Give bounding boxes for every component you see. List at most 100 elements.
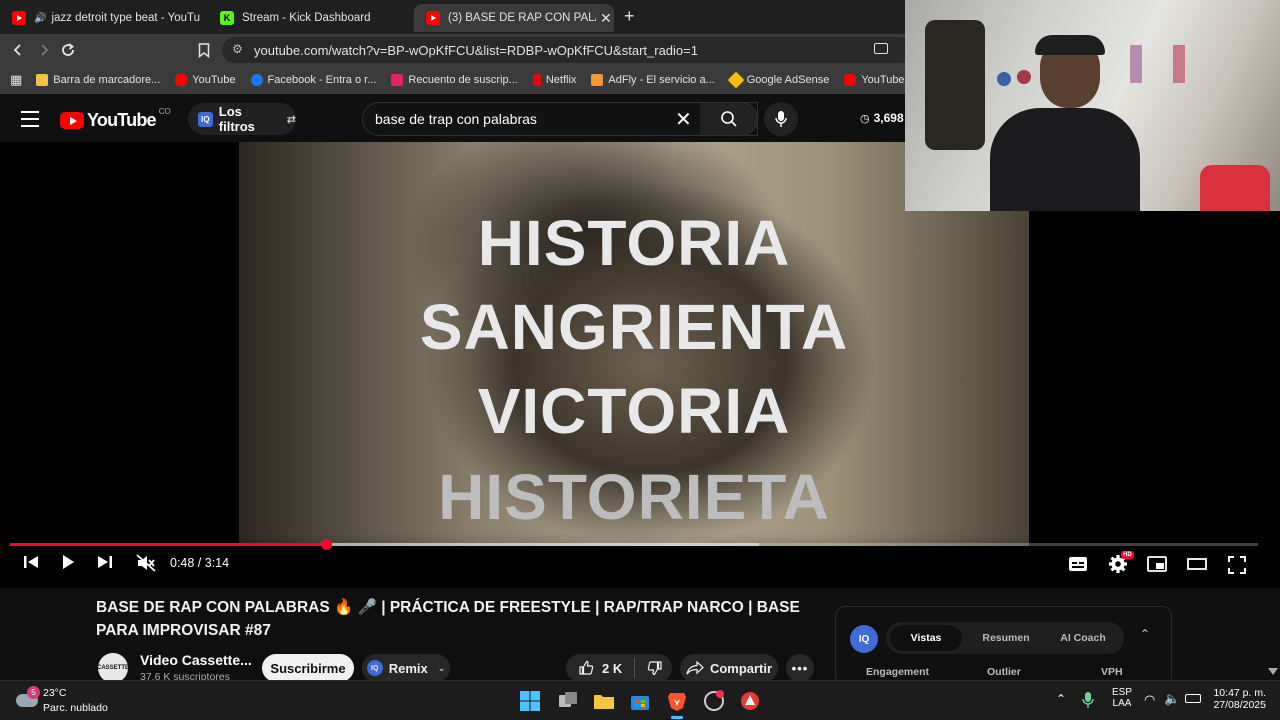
tray-expand-icon[interactable]: ⌃	[1056, 692, 1066, 706]
kick-icon: K	[220, 11, 234, 25]
search-input[interactable]: base de trap con palabras ✕	[362, 102, 758, 136]
bookmark-item[interactable]: YouTube	[175, 74, 236, 86]
tab-jazz-detroit[interactable]: 🔊 jazz detroit type beat - YouTube	[0, 4, 200, 32]
col-engagement: Engagement	[866, 666, 930, 678]
mute-button[interactable]	[136, 554, 156, 572]
collapse-chevron-icon[interactable]: ⌃	[1140, 627, 1150, 641]
bookmark-item[interactable]: Barra de marcadore...	[36, 74, 160, 86]
channel-name[interactable]: Video Cassette...	[140, 652, 252, 668]
bookmark-label: Netflix	[545, 74, 577, 86]
thumbs-down-icon	[647, 661, 662, 676]
forward-button[interactable]	[34, 40, 54, 60]
wall-cap	[997, 72, 1011, 86]
miniplayer-button[interactable]	[1147, 556, 1167, 572]
brave-icon	[668, 693, 686, 711]
search-button[interactable]	[700, 102, 758, 136]
close-tab-icon[interactable]: ✕	[600, 10, 612, 27]
next-button[interactable]	[96, 554, 114, 570]
site-info-icon[interactable]: ⚙	[232, 42, 243, 56]
brave-browser-button[interactable]	[665, 689, 689, 719]
settings-button[interactable]: HD	[1108, 551, 1134, 574]
vidiq-panel: IQ Vistas Resumen AI Coach ⌃ Engagement …	[835, 606, 1172, 686]
bookmark-icon	[198, 42, 210, 58]
bookmark-item[interactable]: Facebook - Entra o r...	[250, 74, 377, 86]
clock[interactable]: 10:47 p. m. 27/08/2025	[1206, 687, 1266, 711]
subtitles-button[interactable]	[1068, 556, 1088, 572]
battery-icon[interactable]	[1185, 694, 1201, 703]
video-word: VICTORIA	[477, 375, 791, 447]
clock-icon: ◷	[860, 112, 870, 125]
scroll-down-arrow-icon[interactable]	[1268, 668, 1278, 675]
theater-mode-button[interactable]	[1187, 558, 1207, 570]
file-explorer-button[interactable]	[592, 689, 616, 713]
bookmark-button[interactable]	[194, 40, 214, 60]
apps-grid-icon[interactable]: ▦	[10, 72, 22, 88]
channel-avatar[interactable]: CASSETTE	[97, 653, 129, 683]
reload-icon	[62, 43, 74, 56]
vidiq-tab-ai-coach[interactable]: AI Coach	[1046, 625, 1120, 651]
vidiq-tab-vistas[interactable]: Vistas	[890, 625, 962, 651]
share-label: Compartir	[709, 660, 773, 676]
video-word: SANGRIENTA	[419, 291, 849, 363]
arrow-right-icon	[41, 44, 49, 56]
back-button[interactable]	[8, 40, 28, 60]
youtube-wordmark: YouTube	[87, 110, 157, 130]
bookmark-item[interactable]: Google AdSense	[727, 71, 830, 89]
bookmark-item[interactable]: AdFly - El servicio a...	[591, 74, 715, 86]
filters-button[interactable]: IQ Los filtros ⇄	[188, 103, 296, 135]
task-view-icon	[559, 692, 577, 707]
share-button[interactable]: Compartir	[680, 654, 778, 682]
play-button[interactable]	[60, 554, 76, 570]
subscribe-button[interactable]: Suscribirme	[262, 654, 354, 682]
reload-button[interactable]	[58, 40, 78, 60]
app-icon	[704, 690, 724, 711]
clear-search-icon[interactable]: ✕	[675, 107, 692, 132]
microphone-icon	[775, 111, 787, 127]
recording-app-button[interactable]	[738, 689, 762, 713]
microphone-tray-icon[interactable]	[1082, 691, 1094, 714]
task-view-button[interactable]	[556, 689, 580, 713]
tab-kick-dashboard[interactable]: K Stream - Kick Dashboard	[208, 4, 408, 32]
folder-icon	[36, 74, 49, 86]
weather-badge: 5	[27, 686, 40, 699]
theater-icon	[1187, 558, 1207, 570]
dislike-button[interactable]	[647, 660, 663, 676]
youtube-icon	[844, 74, 857, 86]
previous-button[interactable]	[22, 554, 40, 570]
search-value: base de trap con palabras	[375, 111, 537, 127]
remix-button[interactable]: IQ Remix ⌄	[362, 654, 450, 682]
bookmark-item[interactable]: Netflix	[532, 74, 577, 86]
miniplayer-icon	[1147, 556, 1167, 572]
cast-icon[interactable]	[874, 43, 888, 54]
wifi-icon[interactable]: ◠	[1144, 692, 1155, 708]
new-tab-button[interactable]: +	[624, 6, 635, 27]
weather-widget[interactable]: 5	[14, 686, 40, 712]
tab-label: (3) BASE DE RAP CON PALABRAS	[448, 12, 596, 24]
video-word: HISTORIA	[477, 207, 791, 279]
windows-taskbar: 5 23°C Parc. nublado ⌃ ESP LAA ◠ 🔈 10:47…	[0, 680, 1280, 720]
counter-value: 3,698	[873, 111, 904, 125]
tab-base-de-rap[interactable]: (3) BASE DE RAP CON PALABRAS ✕	[414, 4, 614, 32]
start-button[interactable]	[518, 689, 542, 713]
youtube-play-icon	[60, 112, 84, 129]
bookmark-label: Facebook - Entra o r...	[267, 74, 377, 86]
vidiq-tab-resumen[interactable]: Resumen	[970, 625, 1042, 651]
store-button[interactable]	[628, 689, 652, 713]
more-actions-button[interactable]: •••	[786, 654, 814, 682]
language-indicator[interactable]: ESP LAA	[1112, 687, 1132, 709]
fullscreen-button[interactable]	[1228, 556, 1246, 574]
volume-icon[interactable]: 🔈	[1164, 691, 1180, 707]
bookmark-label: Barra de marcadore...	[53, 74, 161, 86]
vph-counter[interactable]: ◷ 3,698	[860, 111, 904, 125]
bookmark-label: Google AdSense	[746, 74, 830, 86]
address-bar[interactable]: ⚙ youtube.com/watch?v=BP-wOpKfFCU&list=R…	[222, 37, 912, 63]
menu-icon[interactable]	[21, 111, 39, 127]
like-button[interactable]: 2 K	[578, 660, 622, 676]
app-button[interactable]	[702, 689, 726, 713]
url-text: youtube.com/watch?v=BP-wOpKfFCU&list=RDB…	[254, 42, 698, 58]
bookmark-item[interactable]: Recuento de suscrip...	[391, 74, 518, 86]
voice-search-button[interactable]	[764, 102, 798, 136]
youtube-icon	[426, 11, 440, 25]
youtube-logo[interactable]: YouTube CO	[60, 107, 171, 131]
lang-top: ESP	[1112, 687, 1133, 698]
